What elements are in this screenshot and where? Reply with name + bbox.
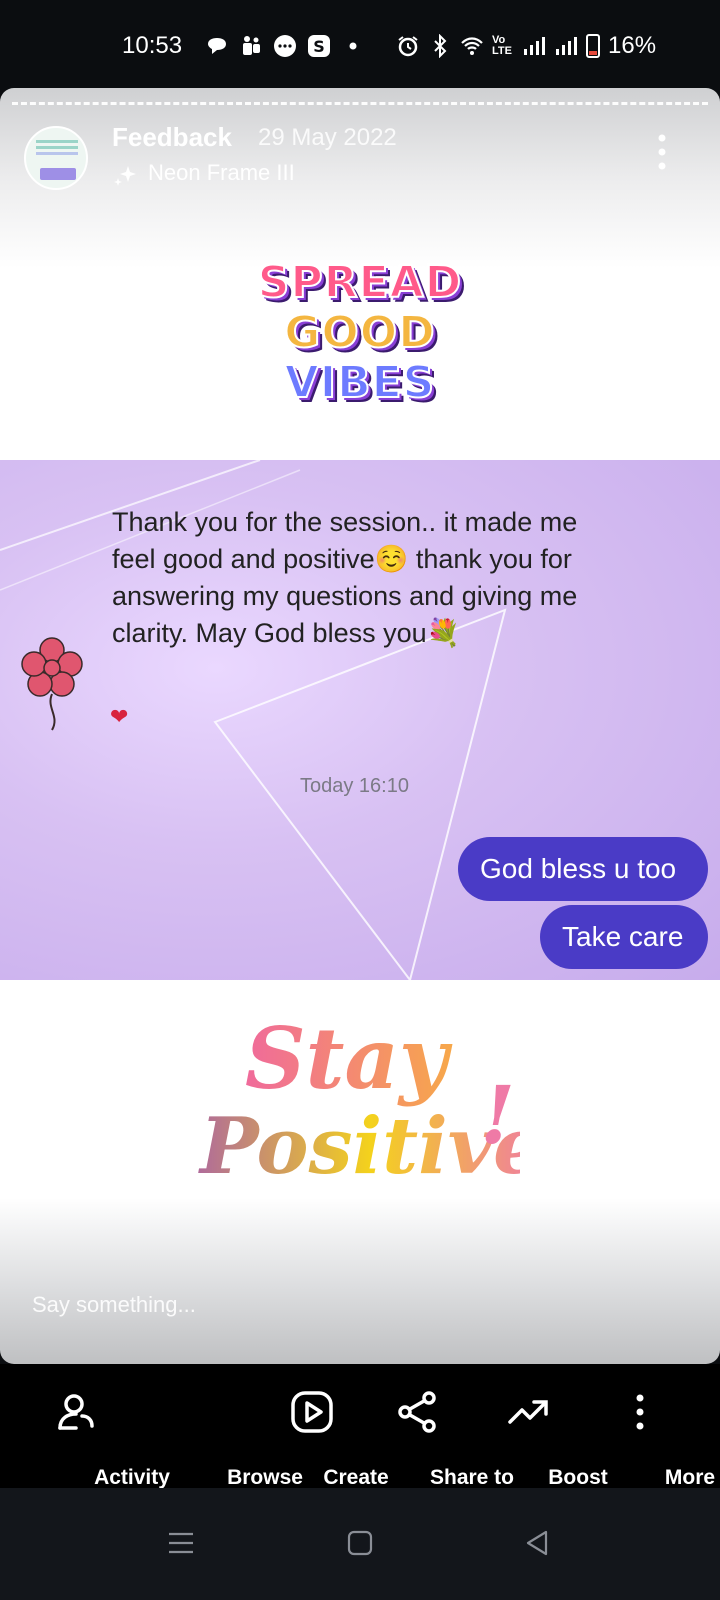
notification-icons: S — [205, 34, 365, 58]
stay-positive-sticker: Stay Positive ! — [198, 1009, 520, 1192]
sticker-word: GOOD — [283, 307, 436, 359]
chat-bubble-icon — [208, 38, 226, 54]
sent-message-bubble: God bless u too — [458, 837, 708, 901]
status-right: Vo LTE 16% — [396, 32, 656, 60]
avatar[interactable] — [24, 126, 88, 190]
signal-icon — [524, 37, 545, 55]
activity-icon — [58, 1394, 94, 1430]
bluetooth-icon — [434, 34, 447, 58]
message-timestamp: Today 16:10 — [300, 775, 409, 797]
dot-icon — [349, 42, 357, 50]
nav-more[interactable]: More — [590, 1364, 715, 1489]
recent-apps-icon[interactable] — [166, 1528, 196, 1558]
share-icon — [398, 1391, 436, 1433]
battery-icon — [586, 34, 600, 58]
boost-icon — [508, 1400, 548, 1424]
received-message: Thank you for the session.. it made me f… — [112, 507, 578, 648]
sticker-word: VIBES — [284, 357, 436, 409]
skype-icon: S — [308, 35, 330, 57]
sticker-word: Stay — [245, 1009, 453, 1108]
story-more-icon[interactable] — [652, 132, 672, 172]
sticker-word: SPREAD — [257, 257, 463, 309]
battery-percent: 16% — [608, 32, 657, 59]
volte-icon: Vo LTE — [492, 34, 512, 57]
status-bar: 10:53 S Vo LTE 16% — [0, 0, 720, 88]
sparkle-icon — [114, 166, 136, 186]
sticker-word: ! — [480, 1068, 515, 1162]
filter-name[interactable]: Neon Frame III — [148, 160, 295, 186]
nav-browse[interactable]: Browse — [165, 1364, 303, 1489]
sticker-word: Positive — [198, 1101, 520, 1192]
story-progress-bar — [12, 102, 708, 105]
home-icon[interactable] — [345, 1528, 375, 1558]
story-viewer[interactable]: Feedback 29 May 2022 Neon Frame III SPRE… — [0, 88, 720, 1364]
teams-icon — [243, 36, 260, 55]
more-vertical-icon — [636, 1394, 644, 1430]
story-title[interactable]: Feedback — [112, 122, 232, 153]
create-icon — [291, 1391, 333, 1433]
story-date: 29 May 2022 — [258, 124, 397, 151]
flower-icon — [21, 637, 83, 731]
heart-icon: ❤ — [110, 704, 129, 729]
chat-screenshot: Thank you for the session.. it made me f… — [0, 460, 720, 980]
status-time: 10:53 — [122, 32, 183, 59]
back-icon[interactable] — [522, 1528, 552, 1558]
nav-create[interactable]: Create — [268, 1364, 389, 1489]
nav-activity[interactable]: Activity — [20, 1364, 170, 1489]
alarm-icon — [398, 36, 418, 57]
nav-label: More — [664, 1466, 716, 1489]
wifi-icon — [461, 37, 483, 55]
messages-icon — [274, 35, 296, 57]
system-navigation-bar — [0, 1488, 720, 1600]
reply-input[interactable]: Say something... — [32, 1292, 196, 1318]
svg-text:S: S — [313, 37, 325, 56]
nav-boost[interactable]: Boost — [478, 1364, 608, 1489]
sent-message-bubble: Take care — [540, 905, 708, 969]
bottom-action-bar: Activity Browse Create Share to Boost Mo… — [0, 1364, 720, 1489]
spread-good-vibes-sticker: SPREAD GOOD VIBES — [240, 257, 480, 409]
nav-share[interactable]: Share to — [362, 1364, 514, 1489]
signal-icon — [556, 37, 577, 55]
